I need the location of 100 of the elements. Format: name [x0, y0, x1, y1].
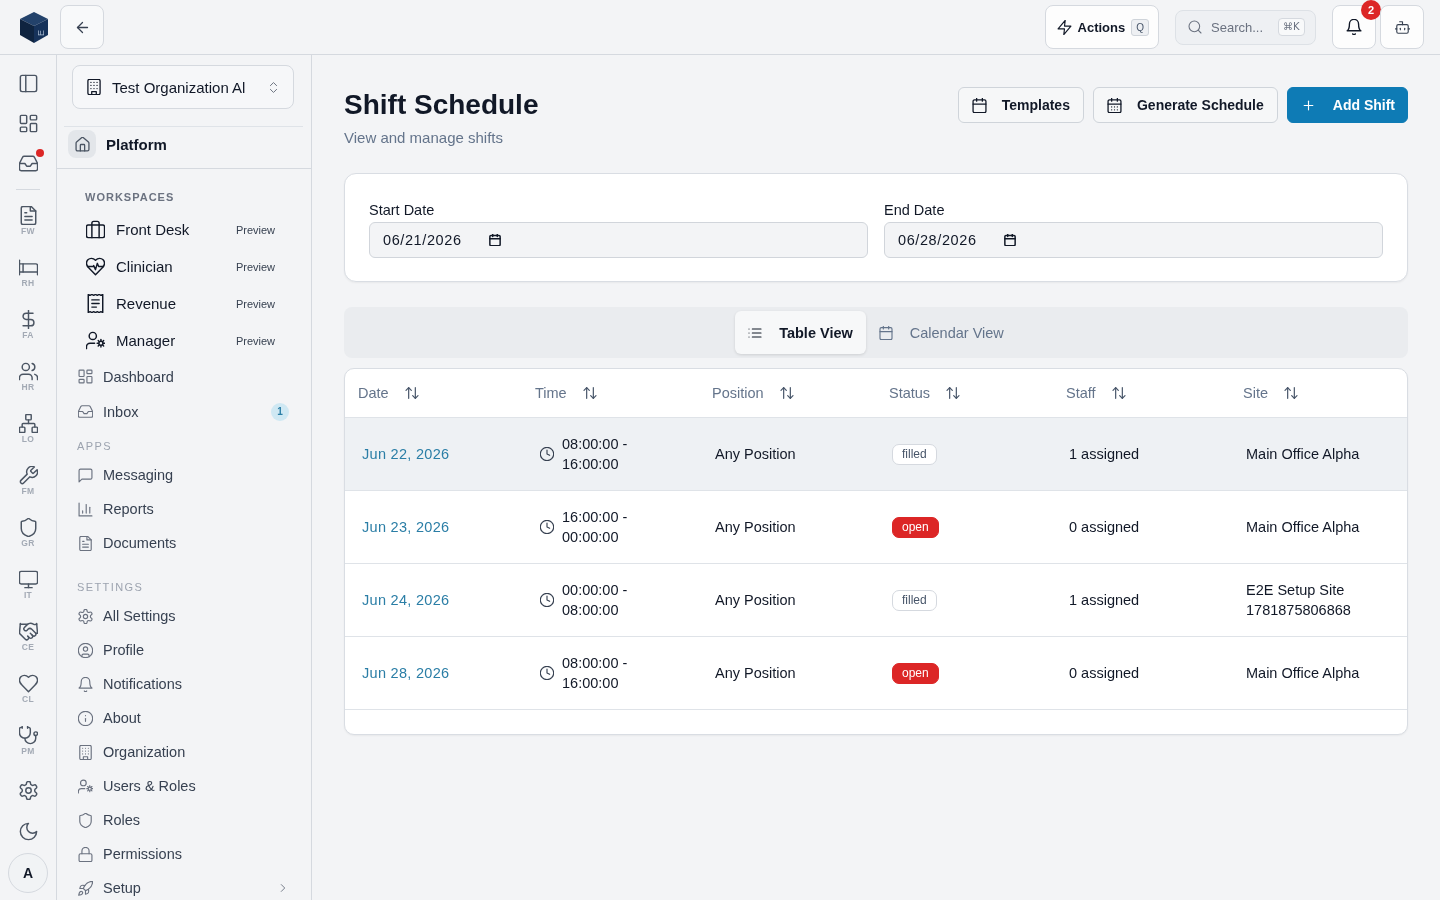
table-row[interactable]: Jun 28, 2026 08:00:00 - 16:00:00 Any Position open 0 assigned Main Office Alpha [345, 637, 1407, 710]
preview-label: Preview [235, 260, 275, 273]
nav-item[interactable]: Reports [57, 492, 311, 526]
add-button[interactable]: Add Shift [1286, 87, 1408, 123]
table-row[interactable]: Jun 24, 2026 00:00:00 - 08:00:00 Any Position filled 1 assigned E2E Setup Site 1781875806868 [345, 564, 1407, 637]
column-header[interactable]: Staff [1053, 378, 1126, 408]
date-link[interactable]: Jun 23, 2026 [345, 517, 450, 537]
search-input[interactable]: Search... [1211, 19, 1269, 35]
inbox-icon [18, 153, 38, 173]
home-icon [68, 130, 96, 158]
table-cell-text: 08:00:00 - 16:00:00 [562, 435, 629, 474]
nav-item[interactable]: Organization [57, 735, 311, 769]
date-link[interactable]: Jun 28, 2026 [345, 663, 450, 683]
organization-selector[interactable]: Test Organization Al [72, 65, 294, 109]
building-icon [86, 79, 102, 95]
nav-item[interactable]: Roles [57, 803, 311, 837]
actions-button[interactable]: Actions Q [1044, 5, 1159, 49]
view-tab[interactable]: Table View [735, 311, 866, 354]
toolbar-button[interactable]: Templates [957, 87, 1084, 123]
handshake-icon [18, 622, 38, 641]
settings-icon [18, 780, 38, 800]
column-header[interactable]: Position [699, 378, 794, 408]
nav-item[interactable]: Documents [57, 526, 311, 560]
table-row[interactable]: Jun 22, 2026 08:00:00 - 16:00:00 Any Position filled 1 assigned Main Office Alpha [345, 418, 1407, 491]
key-hint: ⌘K [1278, 18, 1305, 36]
view-tab[interactable]: Calendar View [865, 311, 1017, 354]
search-icon [1188, 20, 1202, 34]
grid-icon [18, 113, 38, 133]
sort-arrows-icon [946, 386, 961, 400]
workspace-item[interactable]: Manager Preview [57, 322, 311, 359]
table-cell-text: 0 assigned [1068, 664, 1141, 683]
preview-label: Preview [235, 223, 275, 236]
briefcase-icon [86, 220, 105, 239]
clock-icon [540, 666, 554, 680]
nav-item[interactable]: Users & Roles [57, 769, 311, 803]
table-cell-text: Main Office Alpha [1245, 664, 1361, 683]
nav-item[interactable]: Profile [57, 633, 311, 667]
platform-title: Platform [106, 135, 167, 153]
status-badge: open [892, 516, 939, 538]
avatar[interactable]: A [8, 853, 48, 893]
table-cell-text: Any Position [714, 445, 797, 464]
table-cell-text: 0 assigned [1068, 518, 1141, 537]
notification-dot [36, 149, 44, 157]
nav-item[interactable]: Permissions [57, 837, 311, 871]
sidebar-toggle-icon [18, 73, 38, 93]
workspace-item[interactable]: Front Desk Preview [57, 211, 311, 248]
date-link[interactable]: Jun 24, 2026 [345, 590, 450, 610]
date-field[interactable]: 06/28/2026 [884, 222, 1383, 258]
nav-item[interactable]: Inbox 1 [57, 394, 311, 429]
bell-icon [1346, 19, 1362, 35]
key-hint: Q [1131, 18, 1149, 36]
workspace-item[interactable]: Revenue Preview [57, 285, 311, 322]
table-cell-text: Main Office Alpha [1245, 518, 1361, 537]
building-icon [78, 744, 93, 760]
settings-icon [78, 608, 93, 624]
wrench-icon [18, 466, 38, 485]
toolbar-button[interactable]: Generate Schedule [1092, 87, 1278, 123]
workspace-item[interactable]: Clinician Preview [57, 248, 311, 285]
table-cell-text: Main Office Alpha [1245, 445, 1361, 464]
document-icon [18, 206, 38, 225]
column-header[interactable]: Time [522, 378, 597, 408]
clock-icon [540, 520, 554, 534]
preview-label: Preview [235, 297, 275, 310]
nav-item[interactable]: Setup [57, 871, 311, 900]
nav-item[interactable]: All Settings [57, 599, 311, 633]
shield-icon [78, 812, 93, 828]
assistant-button[interactable] [1380, 5, 1424, 49]
nav-item[interactable]: Notifications [57, 667, 311, 701]
table-cell-text: 16:00:00 - 00:00:00 [562, 508, 629, 547]
calendar-icon [878, 325, 893, 340]
stethoscope-icon [18, 726, 38, 745]
section-title: APPS [77, 439, 113, 453]
column-header[interactable]: Site [1230, 378, 1298, 408]
bar-chart-icon [78, 501, 93, 517]
table-cell-text: E2E Setup Site 1781875806868 [1245, 581, 1352, 620]
back-arrow-icon [74, 19, 90, 35]
date-field[interactable]: 06/21/2026 [369, 222, 868, 258]
field-label: End Date [884, 201, 946, 220]
rocket-icon [78, 880, 93, 896]
column-header[interactable]: Status [876, 378, 961, 408]
moon-icon [18, 821, 38, 841]
monitor-icon [18, 570, 38, 589]
lightning-icon [1056, 19, 1072, 35]
bell-icon [78, 676, 93, 692]
table-row[interactable]: Jun 23, 2026 16:00:00 - 00:00:00 Any Position open 0 assigned Main Office Alpha [345, 491, 1407, 564]
nav-item[interactable]: Dashboard [57, 359, 311, 394]
users-icon [18, 362, 38, 381]
preview-label: Preview [235, 334, 275, 347]
sort-arrows-icon [404, 386, 419, 400]
user-gear-icon [78, 778, 93, 794]
nav-item[interactable]: About [57, 701, 311, 735]
table-cell-text: 08:00:00 - 16:00:00 [562, 654, 629, 693]
table-cell-text: 00:00:00 - 08:00:00 [562, 581, 629, 620]
notification-badge: 2 [1361, 0, 1381, 20]
date-link[interactable]: Jun 22, 2026 [345, 444, 450, 464]
hierarchy-icon [18, 414, 38, 433]
clock-icon [540, 447, 554, 461]
nav-item[interactable]: Messaging [57, 458, 311, 492]
heart-pulse-icon [86, 257, 105, 276]
column-header[interactable]: Date [345, 378, 419, 408]
